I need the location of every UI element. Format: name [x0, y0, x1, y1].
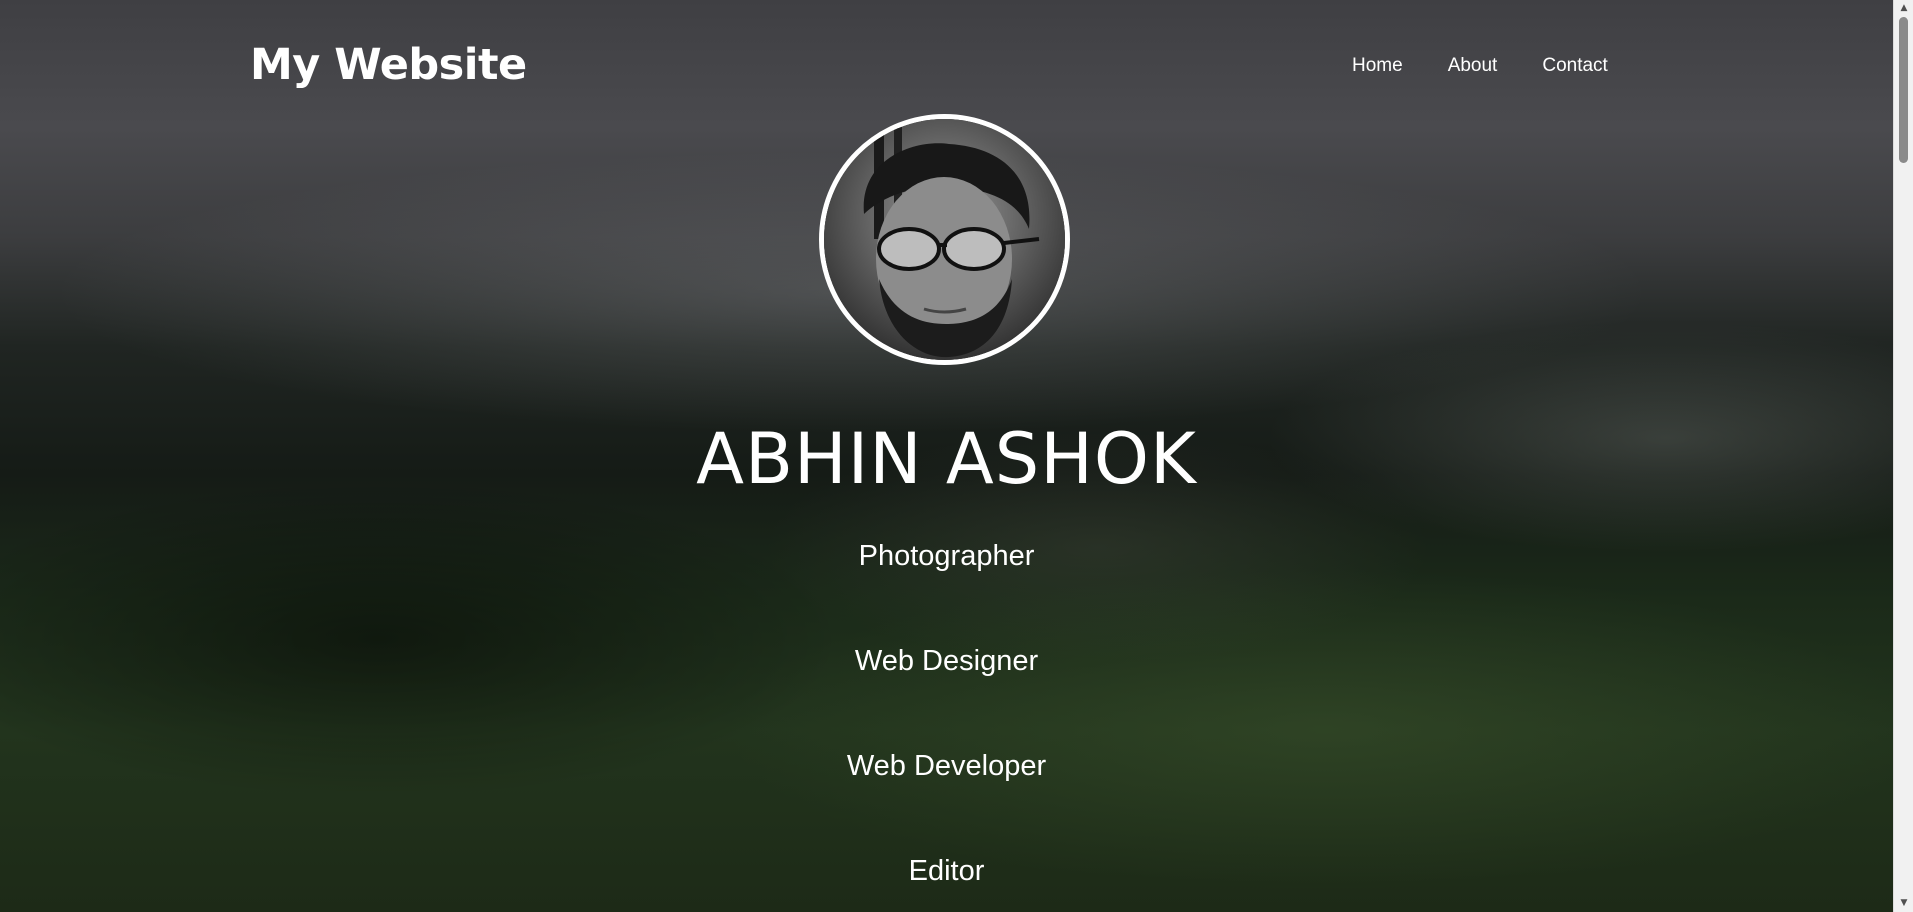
site-title[interactable]: My Website	[250, 40, 527, 90]
vertical-scrollbar[interactable]: ▲ ▼	[1893, 0, 1913, 912]
hero-name: ABHIN ASHOK	[696, 418, 1197, 500]
hero-background: My Website Home About Contact ABHIN ASHO…	[0, 0, 1893, 912]
nav-home-link[interactable]: Home	[1352, 55, 1403, 77]
role-item: Web Developer	[846, 750, 1047, 782]
scroll-down-icon[interactable]: ▼	[1894, 895, 1913, 912]
profile-photo	[824, 119, 1065, 360]
role-item: Photographer	[858, 540, 1035, 572]
role-item: Web Designer	[854, 645, 1039, 677]
scroll-up-icon[interactable]: ▲	[1894, 0, 1913, 17]
profile-avatar	[819, 114, 1070, 365]
nav-contact-link[interactable]: Contact	[1542, 55, 1607, 77]
roles-list: Photographer Web Designer Web Developer …	[0, 536, 1893, 912]
main-nav: Home About Contact	[1352, 55, 1608, 77]
role-item: Editor	[908, 855, 985, 887]
nav-about-link[interactable]: About	[1448, 55, 1498, 77]
scroll-thumb[interactable]	[1899, 17, 1908, 163]
